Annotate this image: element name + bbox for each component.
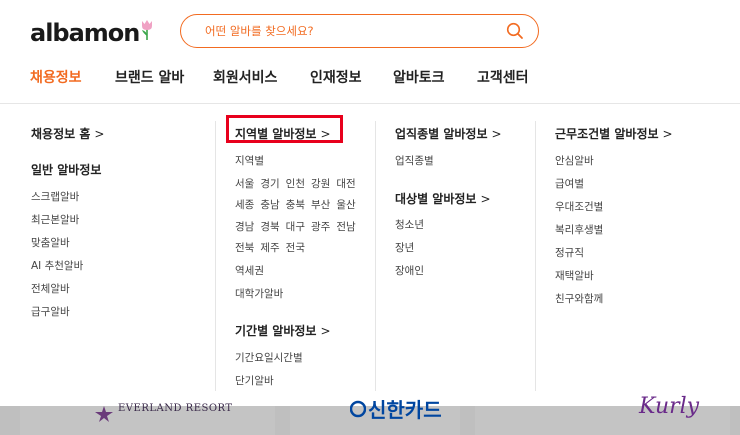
menu-item-period[interactable]: 기간요일시간별 xyxy=(235,350,303,365)
region-link[interactable]: 전남 xyxy=(336,221,355,233)
region-row: 서울 경기 인천 강원 대전 xyxy=(235,176,356,191)
nav-item-brand[interactable]: 브랜드 알바 xyxy=(115,67,184,87)
logo-text: albamon xyxy=(30,19,140,47)
menu-item-welfare[interactable]: 복리후생별 xyxy=(555,222,603,237)
menu-target-title[interactable]: 대상별 알바정보 > xyxy=(395,190,491,207)
brand-card[interactable]: Kurly xyxy=(475,394,730,435)
region-row: 전북 제주 전국 xyxy=(235,240,305,255)
region-link[interactable]: 충남 xyxy=(260,199,279,211)
search-icon[interactable] xyxy=(506,22,524,40)
menu-item-youth[interactable]: 청소년 xyxy=(395,217,424,232)
shinhan-logo-icon xyxy=(350,400,366,418)
region-link[interactable]: 경기 xyxy=(260,178,279,190)
region-link[interactable]: 인천 xyxy=(286,178,305,190)
menu-item-station[interactable]: 역세권 xyxy=(235,263,264,278)
region-row: 경남 경북 대구 광주 전남 xyxy=(235,219,356,234)
nav-item-jobs[interactable]: 채용정보 xyxy=(30,67,82,87)
region-link[interactable]: 전국 xyxy=(286,242,305,254)
header: albamon 어떤 알바를 찾으세요? 채용정보 브랜드 알바 회원서비스 인… xyxy=(0,0,740,103)
region-link[interactable]: 세종 xyxy=(235,199,254,211)
global-nav: 채용정보 브랜드 알바 회원서비스 인재정보 알바토크 고객센터 xyxy=(0,64,740,90)
region-link[interactable]: 울산 xyxy=(336,199,355,211)
region-link[interactable]: 대구 xyxy=(286,221,305,233)
chevron-right-icon: > xyxy=(320,127,331,141)
menu-item-scrap[interactable]: 스크랩알바 xyxy=(31,189,79,204)
albamon-logo[interactable]: albamon xyxy=(30,17,154,47)
nav-item-support[interactable]: 고객센터 xyxy=(477,67,529,87)
search-bar[interactable]: 어떤 알바를 찾으세요? xyxy=(180,14,539,48)
region-link[interactable]: 서울 xyxy=(235,178,254,190)
card-brand-name: Kurly xyxy=(639,394,700,419)
nav-item-albatalk[interactable]: 알바토크 xyxy=(393,67,445,87)
chevron-right-icon: > xyxy=(320,324,331,338)
menu-item-safe[interactable]: 안심알바 xyxy=(555,153,594,168)
brand-card[interactable]: EVERLAND RESORT xyxy=(20,403,275,435)
menu-item-remote[interactable]: 재택알바 xyxy=(555,268,594,283)
menu-item-fulltime[interactable]: 정규직 xyxy=(555,245,584,260)
region-link[interactable]: 경남 xyxy=(235,221,254,233)
menu-item-all[interactable]: 전체알바 xyxy=(31,281,70,296)
everland-logo-icon xyxy=(95,406,113,422)
card-brand-name: EVERLAND RESORT xyxy=(118,403,233,414)
divider xyxy=(535,121,536,391)
tulip-icon xyxy=(142,20,153,40)
menu-period-title[interactable]: 기간별 알바정보 > xyxy=(235,322,331,339)
chevron-right-icon: > xyxy=(480,192,491,206)
menu-item-disabled[interactable]: 장애인 xyxy=(395,263,424,278)
region-link[interactable]: 제주 xyxy=(260,242,279,254)
brand-card[interactable]: 신한카드 xyxy=(290,398,460,435)
menu-item-campus[interactable]: 대학가알바 xyxy=(235,286,283,301)
menu-item-recent[interactable]: 최근본알바 xyxy=(31,212,79,227)
region-row: 세종 충남 충북 부산 울산 xyxy=(235,197,356,212)
menu-item-preference[interactable]: 우대조건별 xyxy=(555,199,603,214)
chevron-right-icon: > xyxy=(94,127,105,141)
menu-region-title[interactable]: 지역별 알바정보 > xyxy=(235,125,331,142)
menu-item-urgent[interactable]: 급구알바 xyxy=(31,304,70,319)
region-link[interactable]: 전북 xyxy=(235,242,254,254)
menu-item-custom[interactable]: 맞춤알바 xyxy=(31,235,70,250)
divider xyxy=(375,121,376,391)
menu-item-friends[interactable]: 친구와함께 xyxy=(555,291,603,306)
region-link[interactable]: 부산 xyxy=(311,199,330,211)
menu-item-senior[interactable]: 장년 xyxy=(395,240,414,255)
region-link[interactable]: 광주 xyxy=(311,221,330,233)
card-brand-name: 신한카드 xyxy=(368,398,442,422)
menu-condition-title[interactable]: 근무조건별 알바정보 > xyxy=(555,125,673,142)
menu-jobs-home[interactable]: 채용정보 홈 > xyxy=(31,125,104,142)
search-input[interactable]: 어떤 알바를 찾으세요? xyxy=(205,23,314,39)
menu-item-region-all[interactable]: 지역별 xyxy=(235,153,264,168)
menu-job-title[interactable]: 업직종별 알바정보 > xyxy=(395,125,502,142)
nav-item-talent[interactable]: 인재정보 xyxy=(310,67,362,87)
region-link[interactable]: 충북 xyxy=(286,199,305,211)
mega-menu: 채용정보 홈 > 일반 알바정보 스크랩알바 최근본알바 맞춤알바 AI 추천알바… xyxy=(0,103,740,406)
nav-item-member[interactable]: 회원서비스 xyxy=(213,67,277,87)
region-link[interactable]: 대전 xyxy=(336,178,355,190)
divider xyxy=(215,121,216,391)
menu-item-pay[interactable]: 급여별 xyxy=(555,176,584,191)
menu-item-short[interactable]: 단기알바 xyxy=(235,373,274,388)
chevron-right-icon: > xyxy=(491,127,502,141)
menu-item-job-all[interactable]: 업직종별 xyxy=(395,153,434,168)
region-link[interactable]: 강원 xyxy=(311,178,330,190)
chevron-right-icon: > xyxy=(662,127,673,141)
menu-general-title[interactable]: 일반 알바정보 xyxy=(31,161,101,178)
region-link[interactable]: 경북 xyxy=(260,221,279,233)
menu-item-ai[interactable]: AI 추천알바 xyxy=(31,258,83,273)
